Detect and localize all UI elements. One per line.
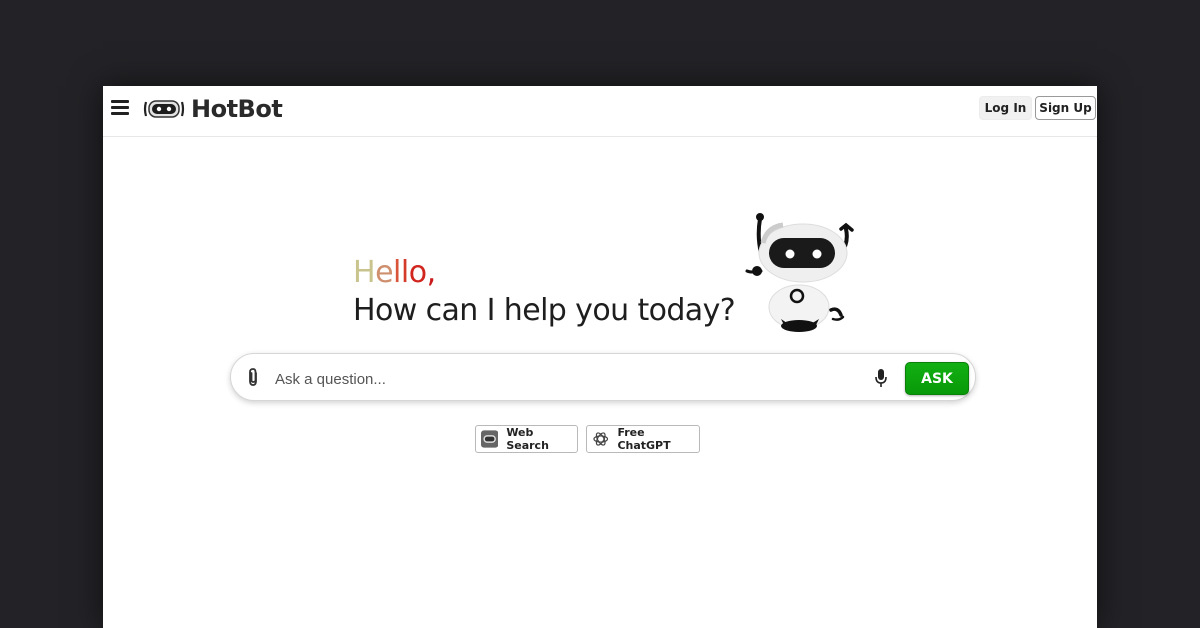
browser-window: HotBot Log In Sign Up Hello, How can I h… (103, 86, 1097, 628)
brand-name: HotBot (191, 95, 283, 123)
web-search-button[interactable]: Web Search (475, 425, 578, 453)
greeting-letter: , (426, 255, 437, 290)
greeting-letter: l (393, 255, 401, 290)
hero-question: How can I help you today? (353, 293, 736, 328)
greeting-letter: l (400, 255, 409, 290)
free-chatgpt-button[interactable]: Free ChatGPT (586, 425, 700, 453)
greeting-letter: e (375, 255, 394, 290)
openai-icon (593, 432, 609, 446)
search-input[interactable] (273, 363, 857, 395)
hotbot-logo-icon (143, 100, 185, 118)
eye-robot-icon (481, 430, 499, 448)
robot-mascot-icon (745, 213, 854, 332)
hamburger-menu-icon[interactable] (111, 99, 129, 117)
greeting-text: Hello, (353, 254, 735, 292)
greeting-letter: o (408, 255, 427, 290)
ask-button[interactable]: ASK (905, 362, 969, 395)
microphone-icon[interactable] (874, 368, 888, 388)
greeting-letter: H (353, 255, 376, 290)
login-button[interactable]: Log In (979, 96, 1032, 120)
signup-button[interactable]: Sign Up (1035, 96, 1096, 120)
web-search-label: Web Search (506, 426, 549, 452)
navbar: HotBot Log In Sign Up (103, 86, 1097, 137)
brand-link[interactable]: HotBot (143, 94, 283, 124)
search-bar: ASK (230, 353, 976, 401)
hero-heading: Hello, How can I help you today? (353, 254, 736, 330)
paperclip-icon[interactable] (245, 367, 261, 387)
free-chatgpt-label: Free ChatGPT (617, 426, 671, 452)
